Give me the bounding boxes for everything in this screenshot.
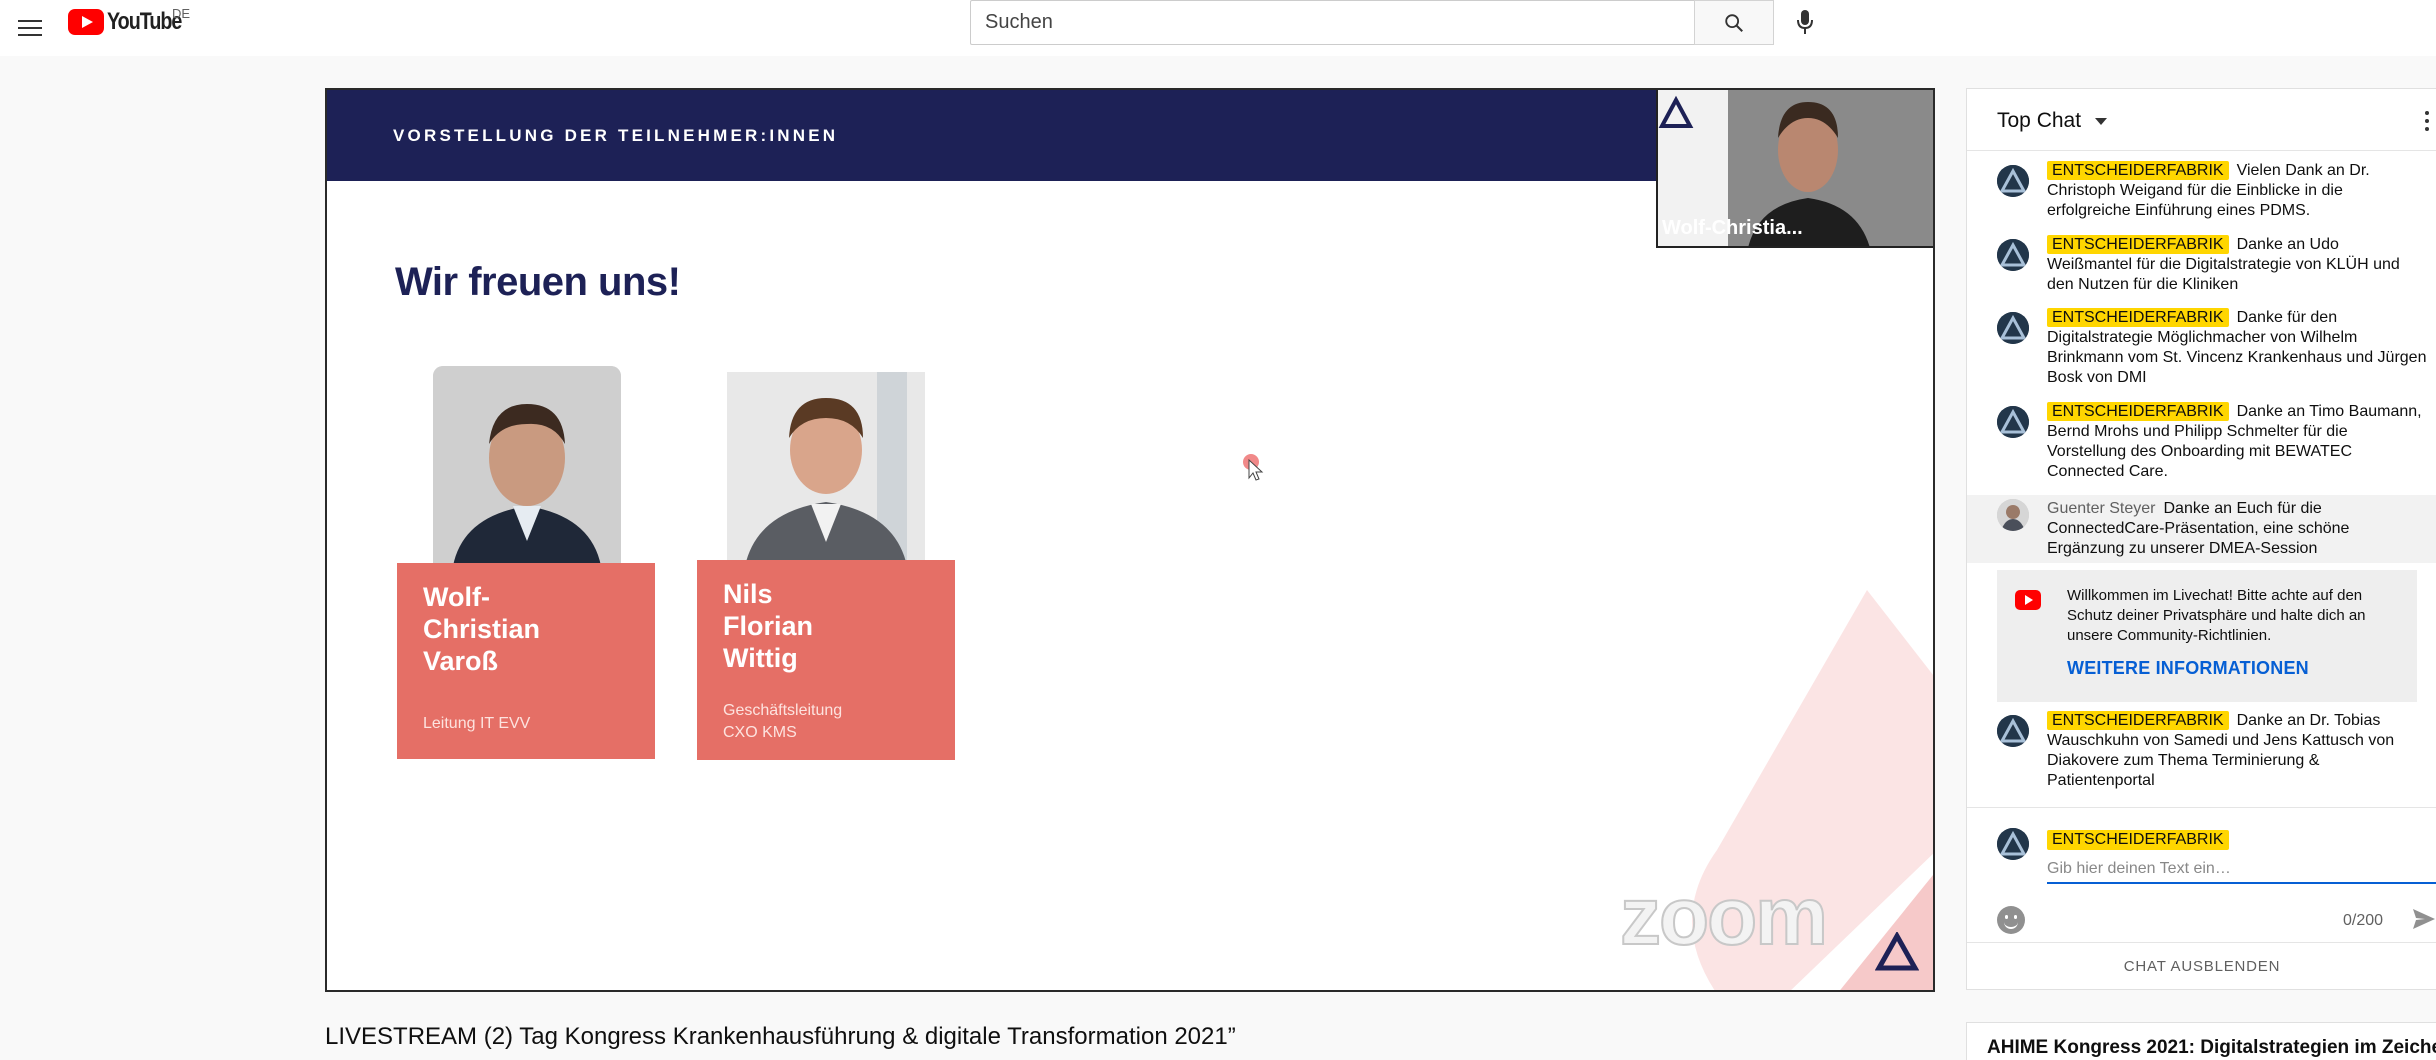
avatar[interactable] bbox=[1997, 312, 2029, 344]
char-counter: 0/200 bbox=[2343, 912, 2384, 929]
speaker-camera-overlay: Wolf-Christia... bbox=[1656, 90, 1933, 248]
emoji-icon[interactable] bbox=[1997, 906, 2025, 934]
related-video-title: AHIME Kongress 2021: Digitalstrategien i… bbox=[1987, 1037, 2436, 1058]
search-bar: Suchen bbox=[970, 0, 1774, 45]
camera-participant-name: Wolf-Christia... bbox=[1662, 217, 1803, 239]
country-code: DE bbox=[172, 6, 191, 21]
participant-nameplate: Wolf- Christian Varoß Leitung IT EVV bbox=[397, 563, 655, 759]
chat-message: ENTSCHEIDERFABRIK Vielen Dank an Dr. Chri… bbox=[1967, 161, 2436, 229]
author-badge[interactable]: ENTSCHEIDERFABRIK bbox=[2047, 402, 2229, 421]
avatar[interactable] bbox=[1997, 499, 2029, 531]
search-input[interactable]: Suchen bbox=[970, 0, 1694, 45]
avatar[interactable] bbox=[1997, 406, 2029, 438]
related-video-card[interactable]: AHIME Kongress 2021: Digitalstrategien i… bbox=[1966, 1022, 2436, 1060]
chat-message: Guenter Steyer Danke an Euch für die Conn… bbox=[1967, 495, 2436, 563]
search-button[interactable] bbox=[1694, 0, 1774, 45]
chat-message: ENTSCHEIDERFABRIK Danke an Dr. Tobias Wau… bbox=[1967, 711, 2436, 799]
avatar bbox=[1997, 828, 2029, 860]
dropdown-caret-icon bbox=[2095, 117, 2108, 125]
participant-nameplate: Nils Florian Wittig Geschäftsleitung CXO… bbox=[697, 560, 955, 760]
voice-search-button[interactable] bbox=[1790, 6, 1820, 38]
chat-message-input[interactable]: Gib hier deinen Text ein… bbox=[2047, 858, 2436, 884]
self-author-badge: ENTSCHEIDERFABRIK bbox=[2047, 830, 2229, 850]
author-name[interactable]: Guenter Steyer bbox=[2047, 500, 2156, 517]
video-title: LIVESTREAM (2) Tag Kongress Krankenhausf… bbox=[325, 1023, 1236, 1050]
hamburger-icon bbox=[18, 20, 42, 22]
send-icon[interactable] bbox=[2411, 906, 2436, 932]
search-icon bbox=[1725, 13, 1743, 32]
live-chat-panel: Top Chat ENTSCHEIDERFABRIK Vielen Dank an… bbox=[1966, 88, 2436, 990]
author-badge[interactable]: ENTSCHEIDERFABRIK bbox=[2047, 235, 2229, 254]
author-badge[interactable]: ENTSCHEIDERFABRIK bbox=[2047, 308, 2229, 327]
more-info-link[interactable]: WEITERE INFORMATIONEN bbox=[2067, 658, 2309, 679]
chat-welcome-notice: Willkommen im Livechat! Bitte achte auf … bbox=[1997, 570, 2417, 702]
participant-card: Nils Florian Wittig Geschäftsleitung CXO… bbox=[697, 372, 955, 772]
guide-menu-button[interactable] bbox=[10, 8, 50, 48]
participant-name: Wolf- Christian Varoß bbox=[423, 582, 541, 676]
chat-mode-dropdown[interactable]: Top Chat bbox=[1997, 109, 2108, 133]
chat-message: ENTSCHEIDERFABRIK Danke an Timo Baumann, … bbox=[1967, 402, 2436, 490]
youtube-play-icon bbox=[68, 9, 104, 35]
chat-message: ENTSCHEIDERFABRIK Danke für den Digitalst… bbox=[1967, 308, 2436, 396]
participant-photo bbox=[727, 372, 925, 566]
chat-input-area: ENTSCHEIDERFABRIK Gib hier deinen Text e… bbox=[1967, 807, 2436, 942]
logo-wordmark: YouTube bbox=[107, 8, 182, 35]
slide-title: Wir freuen uns! bbox=[395, 260, 681, 304]
zoom-watermark: zoom bbox=[1619, 870, 1829, 963]
avatar[interactable] bbox=[1997, 239, 2029, 271]
microphone-icon bbox=[1797, 10, 1813, 34]
chat-more-icon[interactable] bbox=[2425, 111, 2431, 131]
participant-name: Nils Florian Wittig bbox=[723, 579, 814, 673]
hide-chat-button[interactable]: CHAT AUSBLENDEN bbox=[1967, 942, 2436, 990]
participant-photo bbox=[433, 366, 621, 566]
youtube-logo[interactable]: YouTube DE bbox=[68, 6, 198, 36]
author-badge[interactable]: ENTSCHEIDERFABRIK bbox=[2047, 711, 2229, 730]
mouse-cursor-icon bbox=[1243, 454, 1264, 481]
youtube-icon bbox=[2015, 590, 2041, 610]
video-player[interactable]: VORSTELLUNG DER TEILNEHMER:INNEN Wir fre… bbox=[325, 88, 1935, 992]
participant-role: Leitung IT EVV bbox=[423, 715, 531, 732]
slide-header-text: VORSTELLUNG DER TEILNEHMER:INNEN bbox=[393, 126, 839, 145]
masthead: YouTube DE Suchen bbox=[0, 0, 2436, 56]
participant-card: Wolf- Christian Varoß Leitung IT EVV bbox=[397, 366, 655, 766]
chat-message: ENTSCHEIDERFABRIK Danke an Udo Weißmantel… bbox=[1967, 235, 2436, 303]
brand-triangle-icon bbox=[1875, 932, 1919, 971]
avatar[interactable] bbox=[1997, 715, 2029, 747]
participant-role: Geschäftsleitung CXO KMS bbox=[723, 702, 843, 741]
notice-text: Willkommen im Livechat! Bitte achte auf … bbox=[2067, 587, 2366, 644]
avatar[interactable] bbox=[1997, 165, 2029, 197]
chat-header: Top Chat bbox=[1967, 89, 2436, 151]
author-badge[interactable]: ENTSCHEIDERFABRIK bbox=[2047, 161, 2229, 180]
